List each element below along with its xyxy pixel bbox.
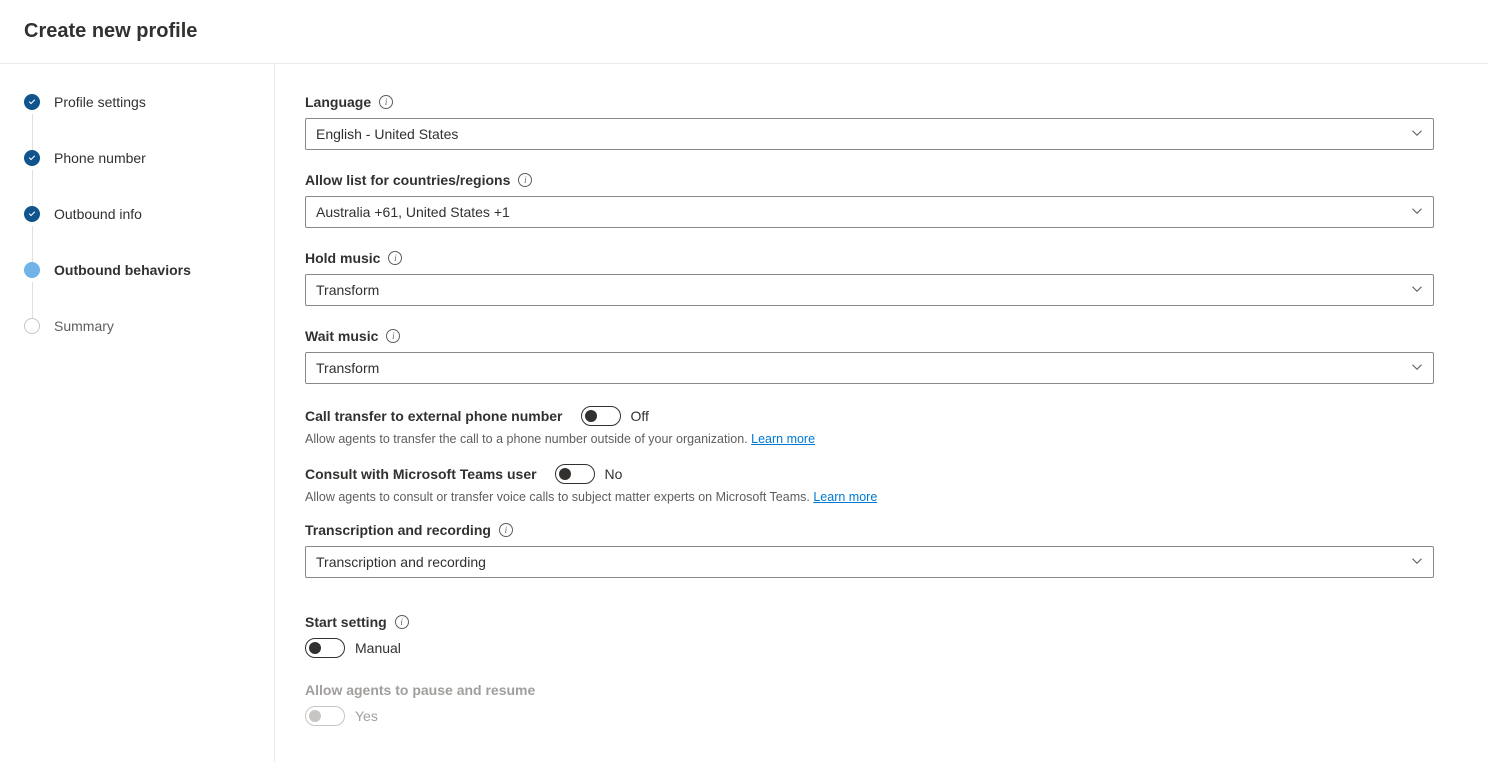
start-setting-toggle[interactable] <box>305 638 345 658</box>
language-value: English - United States <box>316 126 458 142</box>
transfer-learn-more-link[interactable]: Learn more <box>751 432 815 446</box>
start-setting-state: Manual <box>355 640 401 656</box>
step-label: Outbound info <box>54 206 142 222</box>
start-setting-label: Start setting i <box>305 614 1434 630</box>
language-select[interactable]: English - United States <box>305 118 1434 150</box>
transfer-state: Off <box>631 408 649 424</box>
info-icon[interactable]: i <box>379 95 393 109</box>
transcription-label: Transcription and recording i <box>305 522 1434 538</box>
pending-step-icon <box>24 318 40 334</box>
step-phone-number[interactable]: Phone number <box>24 150 274 166</box>
pause-resume-toggle <box>305 706 345 726</box>
start-setting-field: Start setting i Manual <box>305 614 1434 658</box>
holdmusic-select[interactable]: Transform <box>305 274 1434 306</box>
holdmusic-label: Hold music i <box>305 250 1434 266</box>
transfer-toggle-row: Call transfer to external phone number O… <box>305 406 1434 426</box>
form-panel: Language i English - United States Allow… <box>275 64 1488 762</box>
info-icon[interactable]: i <box>518 173 532 187</box>
step-label: Profile settings <box>54 94 146 110</box>
info-icon[interactable]: i <box>388 251 402 265</box>
holdmusic-field: Hold music i Transform <box>305 250 1434 306</box>
check-icon <box>24 206 40 222</box>
step-profile-settings[interactable]: Profile settings <box>24 94 274 110</box>
step-outbound-info[interactable]: Outbound info <box>24 206 274 222</box>
content-container: Profile settings Phone number Outbound i… <box>0 64 1488 762</box>
language-label: Language i <box>305 94 1434 110</box>
waitmusic-label: Wait music i <box>305 328 1434 344</box>
chevron-down-icon <box>1411 360 1423 376</box>
page-title: Create new profile <box>0 0 1488 64</box>
pause-resume-field: Allow agents to pause and resume Yes <box>305 682 1434 726</box>
waitmusic-select[interactable]: Transform <box>305 352 1434 384</box>
step-label: Phone number <box>54 150 146 166</box>
consult-learn-more-link[interactable]: Learn more <box>813 490 877 504</box>
info-icon[interactable]: i <box>386 329 400 343</box>
check-icon <box>24 94 40 110</box>
transfer-label: Call transfer to external phone number <box>305 408 563 424</box>
allowlist-label: Allow list for countries/regions i <box>305 172 1434 188</box>
current-step-icon <box>24 262 40 278</box>
chevron-down-icon <box>1411 554 1423 570</box>
holdmusic-value: Transform <box>316 282 379 298</box>
step-summary[interactable]: Summary <box>24 318 274 334</box>
transcription-value: Transcription and recording <box>316 554 486 570</box>
waitmusic-value: Transform <box>316 360 379 376</box>
chevron-down-icon <box>1411 282 1423 298</box>
consult-helper: Allow agents to consult or transfer voic… <box>305 490 1434 504</box>
wizard-steps-nav: Profile settings Phone number Outbound i… <box>0 64 275 762</box>
info-icon[interactable]: i <box>395 615 409 629</box>
allowlist-select[interactable]: Australia +61, United States +1 <box>305 196 1434 228</box>
allowlist-value: Australia +61, United States +1 <box>316 204 510 220</box>
pause-resume-label: Allow agents to pause and resume <box>305 682 1434 698</box>
step-label: Summary <box>54 318 114 334</box>
info-icon[interactable]: i <box>499 523 513 537</box>
allowlist-field: Allow list for countries/regions i Austr… <box>305 172 1434 228</box>
consult-toggle[interactable] <box>555 464 595 484</box>
waitmusic-field: Wait music i Transform <box>305 328 1434 384</box>
transcription-select[interactable]: Transcription and recording <box>305 546 1434 578</box>
transfer-toggle[interactable] <box>581 406 621 426</box>
check-icon <box>24 150 40 166</box>
chevron-down-icon <box>1411 204 1423 220</box>
step-outbound-behaviors[interactable]: Outbound behaviors <box>24 262 274 278</box>
consult-state: No <box>605 466 623 482</box>
transfer-helper: Allow agents to transfer the call to a p… <box>305 432 1434 446</box>
transcription-field: Transcription and recording i Transcript… <box>305 522 1434 578</box>
language-field: Language i English - United States <box>305 94 1434 150</box>
consult-label: Consult with Microsoft Teams user <box>305 466 537 482</box>
consult-toggle-row: Consult with Microsoft Teams user No <box>305 464 1434 484</box>
step-label: Outbound behaviors <box>54 262 191 278</box>
chevron-down-icon <box>1411 126 1423 142</box>
